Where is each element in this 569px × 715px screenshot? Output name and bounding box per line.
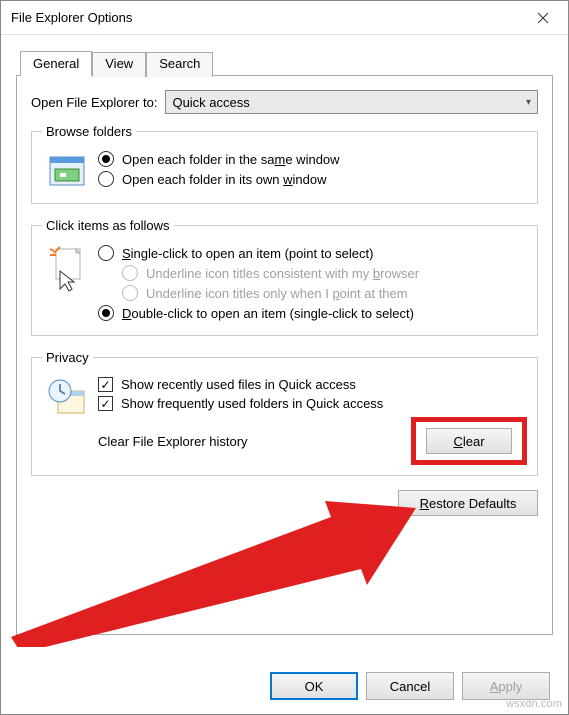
tab-panel-general: Open File Explorer to: Quick access ▾ Br… [16, 75, 553, 635]
checkbox-icon [98, 396, 113, 411]
click-items-legend: Click items as follows [42, 218, 174, 233]
open-to-dropdown[interactable]: Quick access ▾ [165, 90, 538, 114]
browse-folders-group: Browse folders Open each folder in the s… [31, 124, 538, 204]
radio-icon [98, 245, 114, 261]
open-to-value: Quick access [172, 95, 249, 110]
tab-view[interactable]: View [92, 52, 146, 77]
clear-button-highlight: Clear [411, 417, 527, 465]
close-icon [537, 12, 549, 24]
apply-button: Apply [462, 672, 550, 700]
folder-window-icon [46, 151, 88, 193]
radio-label: Single-click to open an item (point to s… [122, 246, 373, 261]
browse-folders-legend: Browse folders [42, 124, 136, 139]
privacy-legend: Privacy [42, 350, 93, 365]
radio-label: Open each folder in its own window [122, 172, 327, 187]
radio-label: Double-click to open an item (single-cli… [122, 306, 414, 321]
cursor-document-icon [46, 245, 88, 287]
chevron-down-icon: ▾ [526, 97, 531, 108]
radio-underline-point: Underline icon titles only when I point … [122, 285, 527, 301]
radio-single-click[interactable]: Single-click to open an item (point to s… [98, 245, 527, 261]
radio-icon [98, 305, 114, 321]
radio-icon [122, 285, 138, 301]
radio-icon [98, 151, 114, 167]
tab-general[interactable]: General [20, 51, 92, 76]
click-items-group: Click items as follows Single-click to o… [31, 218, 538, 336]
ok-button[interactable]: OK [270, 672, 358, 700]
close-button[interactable] [520, 2, 566, 34]
radio-label: Underline icon titles consistent with my… [146, 266, 419, 281]
tab-search[interactable]: Search [146, 52, 213, 77]
check-label: Show frequently used folders in Quick ac… [121, 396, 383, 411]
check-label: Show recently used files in Quick access [121, 377, 356, 392]
checkbox-icon [98, 377, 113, 392]
privacy-group: Privacy Show recently used files in Quic… [31, 350, 538, 476]
radio-double-click[interactable]: Double-click to open an item (single-cli… [98, 305, 527, 321]
radio-label: Underline icon titles only when I point … [146, 286, 408, 301]
radio-icon [122, 265, 138, 281]
dialog-window: File Explorer Options General View Searc… [0, 0, 569, 715]
open-to-label: Open File Explorer to: [31, 95, 157, 110]
radio-same-window[interactable]: Open each folder in the same window [98, 151, 527, 167]
tab-list: General View Search [20, 50, 553, 75]
radio-label: Open each folder in the same window [122, 152, 340, 167]
dialog-footer: OK Cancel Apply [270, 672, 550, 700]
radio-underline-browser: Underline icon titles consistent with my… [122, 265, 527, 281]
radio-own-window[interactable]: Open each folder in its own window [98, 171, 527, 187]
restore-defaults-button[interactable]: Restore Defaults [398, 490, 538, 516]
watermark-text: wsxdn.com [506, 698, 562, 710]
clock-folder-icon [46, 377, 88, 419]
check-frequent-folders[interactable]: Show frequently used folders in Quick ac… [98, 396, 527, 411]
cancel-button[interactable]: Cancel [366, 672, 454, 700]
radio-icon [98, 171, 114, 187]
clear-button[interactable]: Clear [426, 428, 512, 454]
clear-history-label: Clear File Explorer history [98, 434, 248, 449]
title-bar: File Explorer Options [1, 1, 568, 35]
check-recent-files[interactable]: Show recently used files in Quick access [98, 377, 527, 392]
window-title: File Explorer Options [11, 10, 132, 25]
